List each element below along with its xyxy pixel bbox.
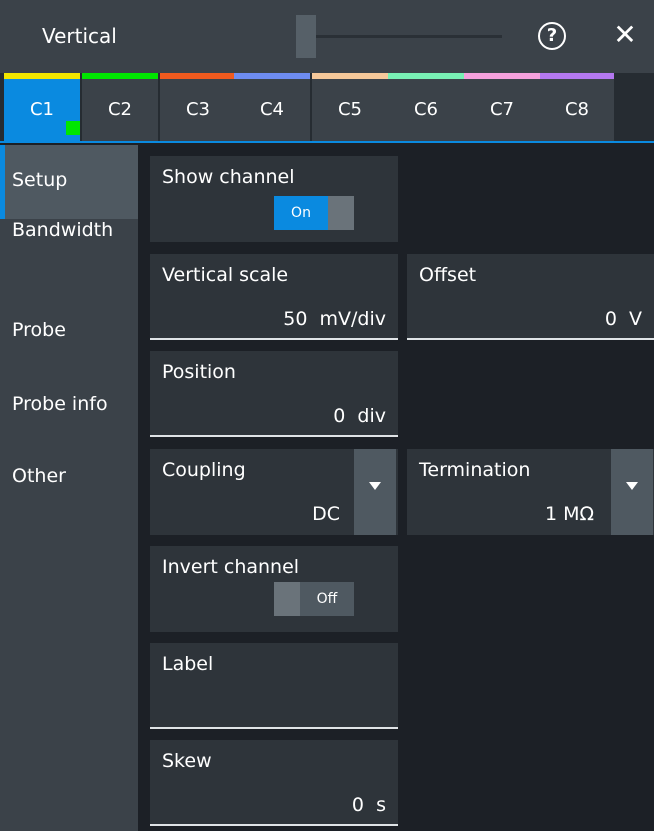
chevron-down-icon bbox=[626, 482, 638, 490]
title-bar: Vertical ? ✕ bbox=[0, 0, 654, 73]
coupling-value: DC bbox=[312, 503, 340, 525]
offset-label: Offset bbox=[419, 264, 477, 286]
tab-label: C1 bbox=[29, 99, 55, 120]
coupling-dropdown-button[interactable] bbox=[354, 449, 396, 535]
tab-label: C7 bbox=[489, 99, 515, 120]
toggle-knob bbox=[274, 582, 300, 616]
show-channel-panel: Show channel On bbox=[150, 156, 398, 242]
termination-label: Termination bbox=[419, 459, 531, 481]
sidebar-item-bandwidth[interactable]: Bandwidth bbox=[0, 219, 138, 293]
position-label: Position bbox=[162, 361, 236, 383]
coupling-label: Coupling bbox=[162, 459, 246, 481]
sidebar-item-label: Setup bbox=[12, 169, 68, 191]
show-channel-toggle[interactable]: On bbox=[274, 196, 354, 230]
vertical-scale-label: Vertical scale bbox=[162, 264, 289, 286]
sidebar-item-probe-info[interactable]: Probe info bbox=[0, 367, 138, 441]
invert-channel-label: Invert channel bbox=[162, 556, 300, 578]
toggle-off-label: Off bbox=[300, 582, 354, 616]
tab-c7[interactable]: C7 bbox=[464, 73, 540, 142]
position-value: 0 div bbox=[333, 405, 386, 427]
tab-label: C5 bbox=[337, 99, 363, 120]
c2-color-bar bbox=[82, 73, 158, 79]
tab-c5[interactable]: C5 bbox=[312, 73, 388, 142]
show-channel-label: Show channel bbox=[162, 166, 295, 188]
position-field[interactable]: Position 0 div bbox=[150, 351, 398, 437]
field-underline bbox=[150, 727, 398, 729]
c8-color-bar bbox=[540, 73, 614, 79]
field-underline bbox=[407, 338, 654, 340]
chevron-down-icon bbox=[369, 482, 381, 490]
tab-c4[interactable]: C4 bbox=[234, 73, 310, 142]
sidebar-item-label: Other bbox=[12, 465, 66, 487]
tab-c6[interactable]: C6 bbox=[388, 73, 464, 142]
termination-dropdown[interactable]: Termination 1 MΩ bbox=[407, 449, 654, 535]
c6-color-bar bbox=[388, 73, 464, 79]
skew-field[interactable]: Skew 0 s bbox=[150, 740, 398, 826]
channel-tabs: C1 C2 C3 C4 C5 C6 C7 C8 bbox=[0, 73, 654, 143]
c7-color-bar bbox=[464, 73, 540, 79]
channel-active-indicator bbox=[66, 121, 80, 135]
help-button[interactable]: ? bbox=[538, 22, 566, 50]
transparency-slider-handle[interactable] bbox=[296, 15, 316, 58]
tab-label: C2 bbox=[107, 99, 133, 120]
termination-dropdown-button[interactable] bbox=[611, 449, 653, 535]
invert-channel-toggle[interactable]: Off bbox=[274, 582, 354, 616]
tab-label: C3 bbox=[185, 99, 211, 120]
c5-color-bar bbox=[312, 73, 388, 79]
sidebar: Setup Bandwidth Probe Probe info Other bbox=[0, 145, 138, 831]
sidebar-item-other[interactable]: Other bbox=[0, 441, 138, 515]
termination-value: 1 MΩ bbox=[544, 503, 594, 525]
sidebar-item-probe[interactable]: Probe bbox=[0, 293, 138, 367]
sidebar-item-label: Probe info bbox=[12, 393, 108, 415]
vertical-scale-field[interactable]: Vertical scale 50 mV/div bbox=[150, 254, 398, 340]
c3-color-bar bbox=[160, 73, 236, 79]
c1-color-bar bbox=[4, 73, 80, 79]
tab-label: C4 bbox=[259, 99, 285, 120]
label-field[interactable]: Label bbox=[150, 643, 398, 729]
toggle-knob bbox=[328, 196, 354, 230]
field-underline bbox=[150, 824, 398, 826]
c4-color-bar bbox=[234, 73, 310, 79]
close-button[interactable]: ✕ bbox=[608, 18, 642, 52]
invert-channel-panel: Invert channel Off bbox=[150, 546, 398, 632]
label-label: Label bbox=[162, 653, 214, 675]
offset-value: 0 V bbox=[604, 308, 642, 330]
transparency-slider-track[interactable] bbox=[314, 35, 502, 38]
sidebar-item-setup[interactable]: Setup bbox=[0, 145, 138, 219]
toggle-on-label: On bbox=[274, 196, 328, 230]
skew-label: Skew bbox=[162, 750, 212, 772]
tab-label: C6 bbox=[413, 99, 439, 120]
tab-underline bbox=[0, 141, 654, 143]
coupling-dropdown[interactable]: Coupling DC bbox=[150, 449, 398, 535]
tab-c3[interactable]: C3 bbox=[160, 73, 236, 142]
tab-c2[interactable]: C2 bbox=[82, 73, 158, 142]
tab-c1[interactable]: C1 bbox=[4, 73, 80, 142]
sidebar-item-label: Bandwidth bbox=[12, 219, 114, 241]
active-indicator bbox=[0, 145, 5, 219]
skew-value: 0 s bbox=[351, 794, 386, 816]
tab-label: C8 bbox=[564, 99, 590, 120]
field-underline bbox=[150, 435, 398, 437]
sidebar-item-label: Probe bbox=[12, 319, 66, 341]
dialog-title: Vertical bbox=[42, 24, 117, 48]
field-underline bbox=[150, 338, 398, 340]
tab-c8[interactable]: C8 bbox=[540, 73, 614, 142]
offset-field[interactable]: Offset 0 V bbox=[407, 254, 654, 340]
vertical-scale-value: 50 mV/div bbox=[283, 308, 386, 330]
